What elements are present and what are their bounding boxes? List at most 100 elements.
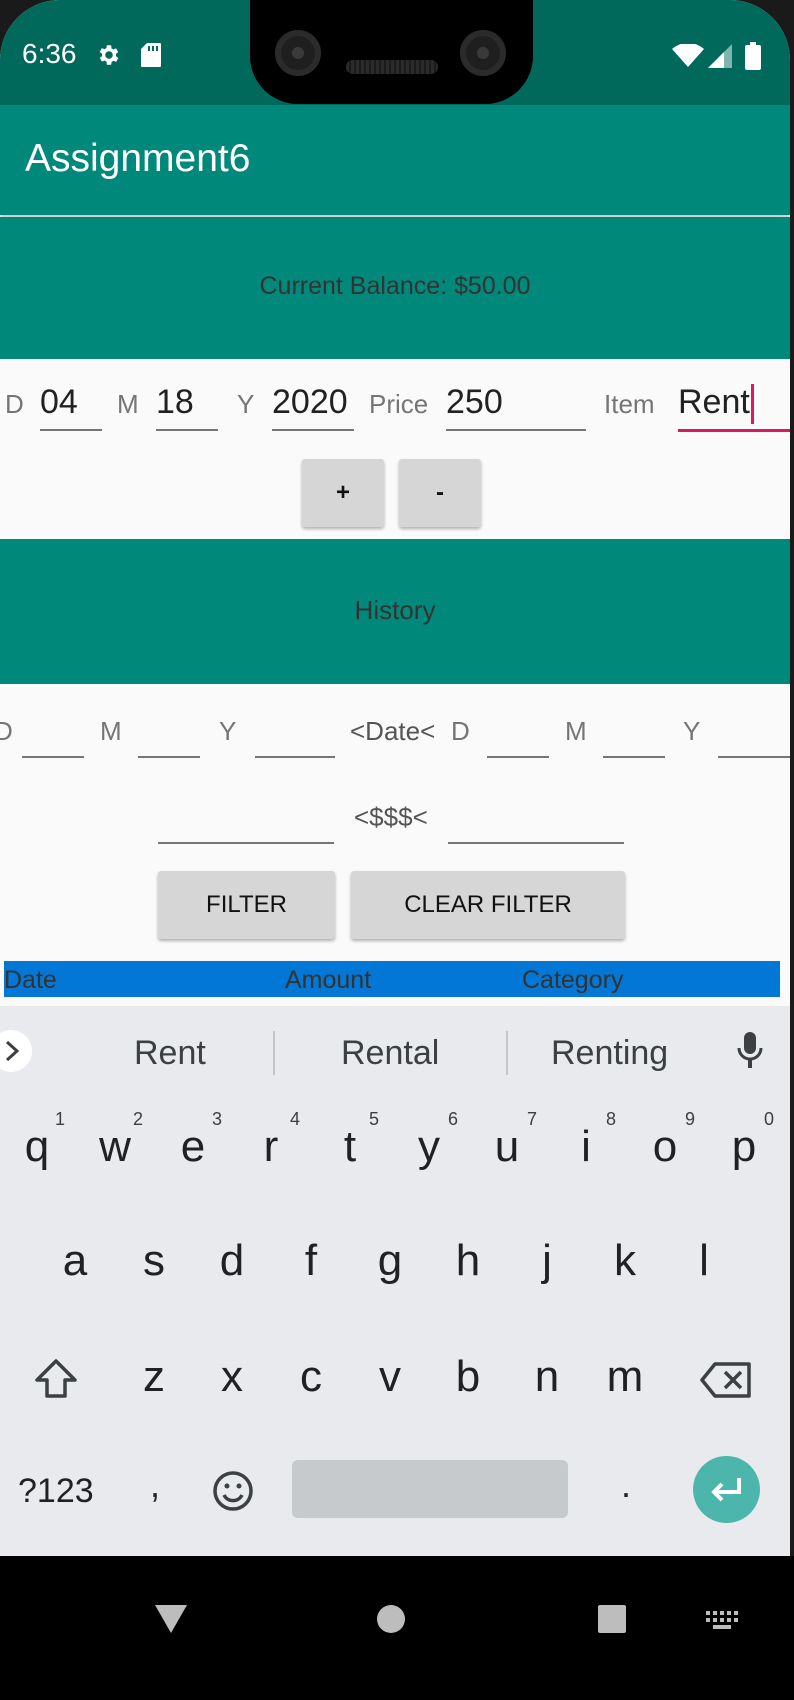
to-year-input[interactable]	[718, 716, 790, 758]
key-c[interactable]: c	[276, 1352, 346, 1402]
key-k[interactable]: k	[590, 1236, 660, 1286]
key-f[interactable]: f	[276, 1236, 346, 1286]
key-g[interactable]: g	[355, 1236, 425, 1286]
item-value: Rent	[678, 383, 750, 421]
from-month-input[interactable]	[138, 716, 200, 758]
emoji-icon	[213, 1471, 253, 1511]
key-hint: 7	[527, 1109, 538, 1129]
recents-square-icon	[598, 1605, 626, 1633]
period-key[interactable]: .	[591, 1464, 661, 1506]
suggestion-2[interactable]: Rental	[341, 1034, 439, 1073]
history-panel: History	[0, 539, 790, 684]
column-category: Category	[522, 966, 624, 994]
front-camera-icon	[460, 30, 506, 76]
signal-icon	[708, 44, 732, 73]
key-z[interactable]: z	[119, 1352, 189, 1402]
to-day-input[interactable]	[487, 716, 549, 758]
amount-range-separator: <$$$<	[354, 802, 428, 832]
price-label: Price	[369, 389, 429, 419]
key-hint: 9	[685, 1109, 696, 1129]
year-input[interactable]: 2020	[272, 379, 354, 431]
keyboard-icon	[706, 1611, 738, 1629]
month-value: 18	[156, 383, 194, 421]
back-button[interactable]	[154, 1604, 188, 1639]
app-bar: Assignment6	[0, 105, 790, 215]
price-input[interactable]: 250	[446, 379, 586, 431]
history-table-header: Date Amount Category	[4, 961, 780, 997]
key-x[interactable]: x	[197, 1352, 267, 1402]
comma-key[interactable]: ,	[120, 1464, 190, 1506]
battery-icon	[745, 42, 761, 75]
symbols-key[interactable]: ?123	[18, 1472, 94, 1511]
price-value: 250	[446, 383, 503, 421]
recents-button[interactable]	[597, 1604, 627, 1639]
key-j[interactable]: j	[512, 1236, 582, 1286]
subtract-button[interactable]: -	[399, 459, 481, 527]
from-year-input[interactable]	[255, 716, 335, 758]
enter-key[interactable]	[693, 1456, 760, 1523]
suggestion-divider	[273, 1031, 275, 1075]
spacebar[interactable]	[292, 1460, 568, 1518]
key-hint: 8	[606, 1109, 617, 1129]
key-v[interactable]: v	[355, 1352, 425, 1402]
backspace-key[interactable]	[700, 1362, 752, 1403]
key-hint: 5	[369, 1109, 380, 1129]
date-range-separator: <Date<	[350, 716, 436, 746]
key-l[interactable]: l	[669, 1236, 739, 1286]
max-amount-input[interactable]	[448, 802, 624, 844]
home-button[interactable]	[376, 1604, 406, 1639]
key-n[interactable]: n	[512, 1352, 582, 1402]
backspace-icon	[700, 1362, 751, 1398]
key-hint: 1	[55, 1109, 66, 1129]
key-hint: 6	[448, 1109, 459, 1129]
text-cursor	[750, 384, 754, 425]
day-label: D	[5, 389, 24, 419]
item-input[interactable]: Rent	[678, 379, 790, 432]
year-value: 2020	[272, 383, 348, 421]
entry-form: D 04 M 18 Y 2020 Price 250 Item Rent + -	[0, 359, 790, 539]
status-time: 6:36	[22, 38, 77, 69]
day-value: 04	[40, 383, 78, 421]
min-amount-input[interactable]	[158, 802, 334, 844]
key-h[interactable]: h	[433, 1236, 503, 1286]
suggestion-divider	[506, 1031, 508, 1075]
sd-card-icon	[140, 42, 162, 73]
from-month-label: M	[100, 716, 122, 746]
month-label: M	[117, 389, 139, 419]
current-balance: Current Balance: $50.00	[259, 272, 531, 300]
key-s[interactable]: s	[119, 1236, 189, 1286]
key-b[interactable]: b	[433, 1352, 503, 1402]
filter-section: D M Y <Date< D M Y <$$$< FILTER CLEAR FI…	[0, 684, 790, 1004]
from-day-label: D	[0, 716, 13, 746]
emoji-key[interactable]	[212, 1470, 254, 1517]
month-input[interactable]: 18	[156, 379, 218, 431]
expand-suggestions-button[interactable]	[0, 1030, 32, 1072]
to-month-input[interactable]	[603, 716, 665, 758]
key-hint: 4	[290, 1109, 301, 1129]
add-button[interactable]: +	[302, 459, 384, 527]
suggestion-1[interactable]: Rent	[134, 1034, 206, 1073]
keyboard-switch-button[interactable]	[706, 1611, 738, 1634]
to-year-label: Y	[683, 716, 701, 746]
key-hint: 0	[764, 1109, 775, 1129]
day-input[interactable]: 04	[40, 379, 102, 431]
key-a[interactable]: a	[40, 1236, 110, 1286]
key-d[interactable]: d	[197, 1236, 267, 1286]
from-day-input[interactable]	[22, 716, 84, 758]
settings-icon	[96, 42, 122, 73]
clear-filter-button[interactable]: CLEAR FILTER	[351, 871, 625, 939]
wifi-icon	[672, 42, 704, 73]
app-title: Assignment6	[25, 137, 251, 180]
suggestion-3[interactable]: Renting	[551, 1034, 668, 1073]
to-month-label: M	[565, 716, 587, 746]
filter-button[interactable]: FILTER	[158, 871, 335, 939]
front-camera-icon	[275, 30, 321, 76]
microphone-icon[interactable]	[735, 1030, 765, 1077]
earpiece	[346, 60, 438, 74]
shift-key[interactable]	[34, 1358, 78, 1405]
back-triangle-icon	[155, 1605, 187, 1633]
key-hint: 3	[212, 1109, 223, 1129]
history-title: History	[354, 595, 436, 625]
key-m[interactable]: m	[590, 1352, 660, 1402]
enter-icon	[711, 1478, 741, 1502]
